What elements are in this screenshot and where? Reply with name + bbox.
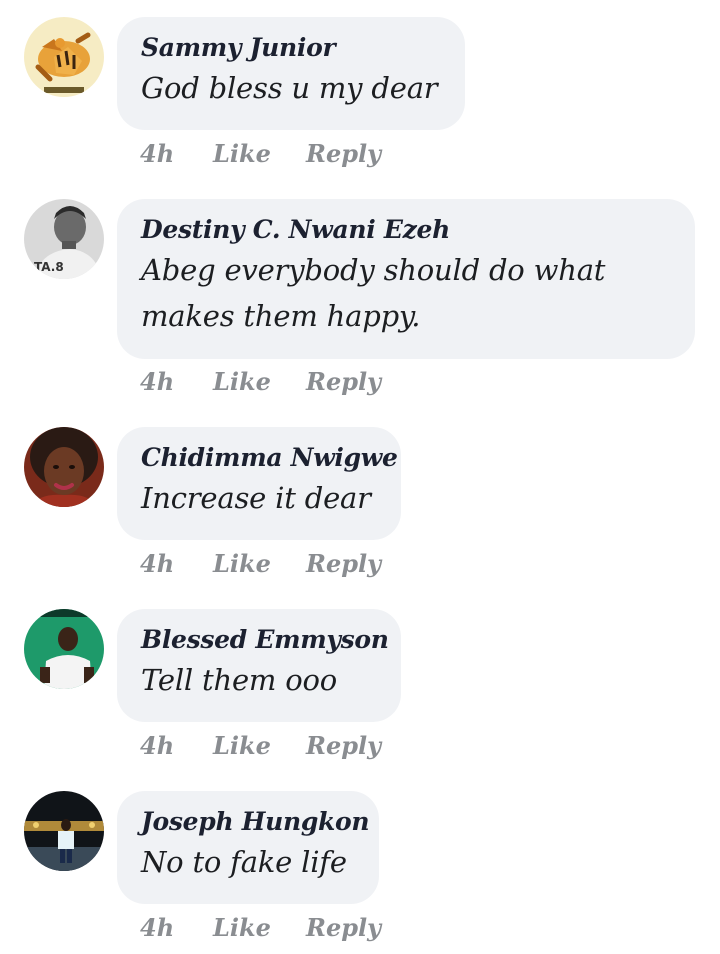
author-name[interactable]: Destiny C. Nwani Ezeh <box>141 213 671 247</box>
comment-time[interactable]: 4h <box>140 731 174 760</box>
comment-time[interactable]: 4h <box>140 139 174 168</box>
avatar[interactable] <box>24 609 104 689</box>
man-bw-avatar-icon: TA.8 <box>24 199 104 279</box>
author-name[interactable]: Chidimma Nwigwe <box>141 441 398 475</box>
comment-bubble: Destiny C. Nwani Ezeh Abeg everybody sho… <box>117 199 695 359</box>
author-name[interactable]: Sammy Junior <box>141 31 441 65</box>
comment-time[interactable]: 4h <box>140 549 174 578</box>
comment-bubble: Joseph Hungkon No to fake life <box>117 791 379 904</box>
reply-button[interactable]: Reply <box>306 139 381 168</box>
tiger-avatar-icon <box>24 17 104 97</box>
comment-bubble: Blessed Emmyson Tell them ooo <box>117 609 401 722</box>
comment-text: Tell them ooo <box>141 663 338 697</box>
woman-avatar-icon <box>24 427 104 507</box>
author-name[interactable]: Joseph Hungkon <box>141 805 370 839</box>
comment-text: Increase it dear <box>141 481 371 515</box>
svg-text:TA.8: TA.8 <box>34 260 64 274</box>
like-button[interactable]: Like <box>213 549 271 578</box>
avatar[interactable] <box>24 427 104 507</box>
comment-text: Abeg everybody should do what makes them… <box>141 253 606 333</box>
author-name[interactable]: Blessed Emmyson <box>141 623 389 657</box>
like-button[interactable]: Like <box>213 913 271 942</box>
man-night-avatar-icon <box>24 791 104 871</box>
man-green-avatar-icon <box>24 609 104 689</box>
like-button[interactable]: Like <box>213 367 271 396</box>
reply-button[interactable]: Reply <box>306 913 381 942</box>
avatar[interactable] <box>24 791 104 871</box>
like-button[interactable]: Like <box>213 731 271 760</box>
reply-button[interactable]: Reply <box>306 731 381 760</box>
like-button[interactable]: Like <box>213 139 271 168</box>
comment-text: No to fake life <box>141 845 347 879</box>
avatar[interactable] <box>24 17 104 97</box>
comment-bubble: Sammy Junior God bless u my dear <box>117 17 465 130</box>
comment-bubble: Chidimma Nwigwe Increase it dear <box>117 427 401 540</box>
comment-text: God bless u my dear <box>141 71 438 105</box>
avatar[interactable]: TA.8 <box>24 199 104 279</box>
reply-button[interactable]: Reply <box>306 549 381 578</box>
reply-button[interactable]: Reply <box>306 367 381 396</box>
comment-time[interactable]: 4h <box>140 913 174 942</box>
comment-time[interactable]: 4h <box>140 367 174 396</box>
